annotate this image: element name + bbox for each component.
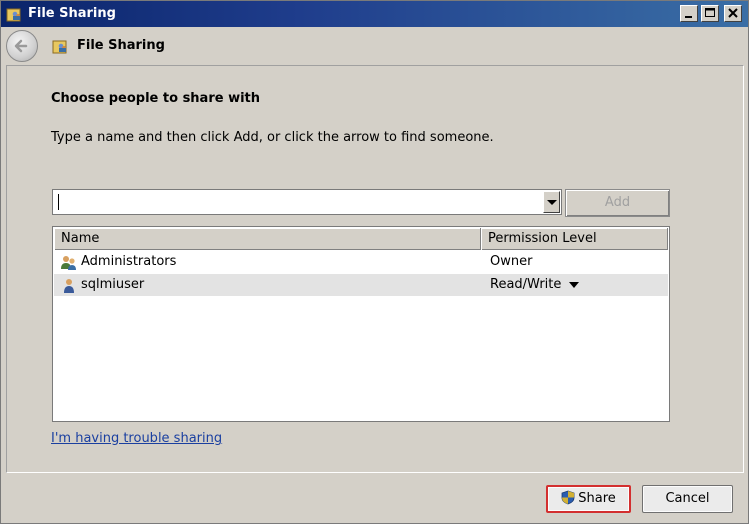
file-sharing-icon — [6, 8, 21, 22]
file-sharing-icon — [52, 40, 67, 54]
window-title: File Sharing — [28, 6, 116, 21]
title-bar[interactable]: File Sharing — [1, 1, 748, 27]
page-title: File Sharing — [77, 38, 165, 53]
item-permission[interactable]: Read/Write — [490, 277, 561, 292]
trouble-sharing-link[interactable]: I'm having trouble sharing — [51, 431, 222, 446]
file-sharing-window: File Sharing File Sharing Choose people … — [0, 0, 749, 524]
back-arrow-icon — [14, 39, 28, 53]
column-header-name[interactable]: Name — [54, 228, 481, 250]
user-icon — [64, 279, 74, 293]
share-button[interactable]: Share — [546, 485, 631, 513]
permission-dropdown-arrow-icon[interactable] — [569, 282, 579, 288]
section-heading: Choose people to share with — [51, 91, 261, 106]
item-name: Administrators — [81, 254, 177, 269]
maximize-button[interactable] — [701, 5, 719, 22]
minimize-icon — [685, 16, 692, 18]
minimize-button[interactable] — [680, 5, 698, 22]
list-item[interactable]: sqlmiuser Read/Write — [54, 274, 668, 296]
list-header: Name Permission Level — [54, 228, 668, 250]
item-permission: Owner — [490, 254, 533, 269]
close-button[interactable] — [724, 5, 742, 22]
instructions-text: Type a name and then click Add, or click… — [51, 130, 494, 145]
group-icon — [61, 256, 76, 270]
content-panel: Choose people to share with Type a name … — [6, 65, 744, 473]
column-header-permission[interactable]: Permission Level — [481, 228, 668, 250]
item-name: sqlmiuser — [81, 277, 145, 292]
navigation-bar: File Sharing — [2, 27, 747, 65]
share-label: Share — [578, 491, 616, 506]
cancel-button[interactable]: Cancel — [642, 485, 733, 513]
back-button[interactable] — [6, 30, 38, 62]
uac-shield-icon — [561, 490, 575, 505]
maximize-icon — [705, 8, 715, 17]
list-item[interactable]: Administrators Owner — [54, 251, 668, 273]
find-people-dropdown-button[interactable] — [543, 191, 560, 213]
text-cursor — [58, 194, 59, 210]
add-button[interactable]: Add — [565, 189, 670, 217]
sharing-list[interactable]: Name Permission Level Administrators Own… — [52, 226, 670, 422]
name-combobox[interactable] — [52, 189, 562, 215]
close-icon — [728, 8, 738, 18]
